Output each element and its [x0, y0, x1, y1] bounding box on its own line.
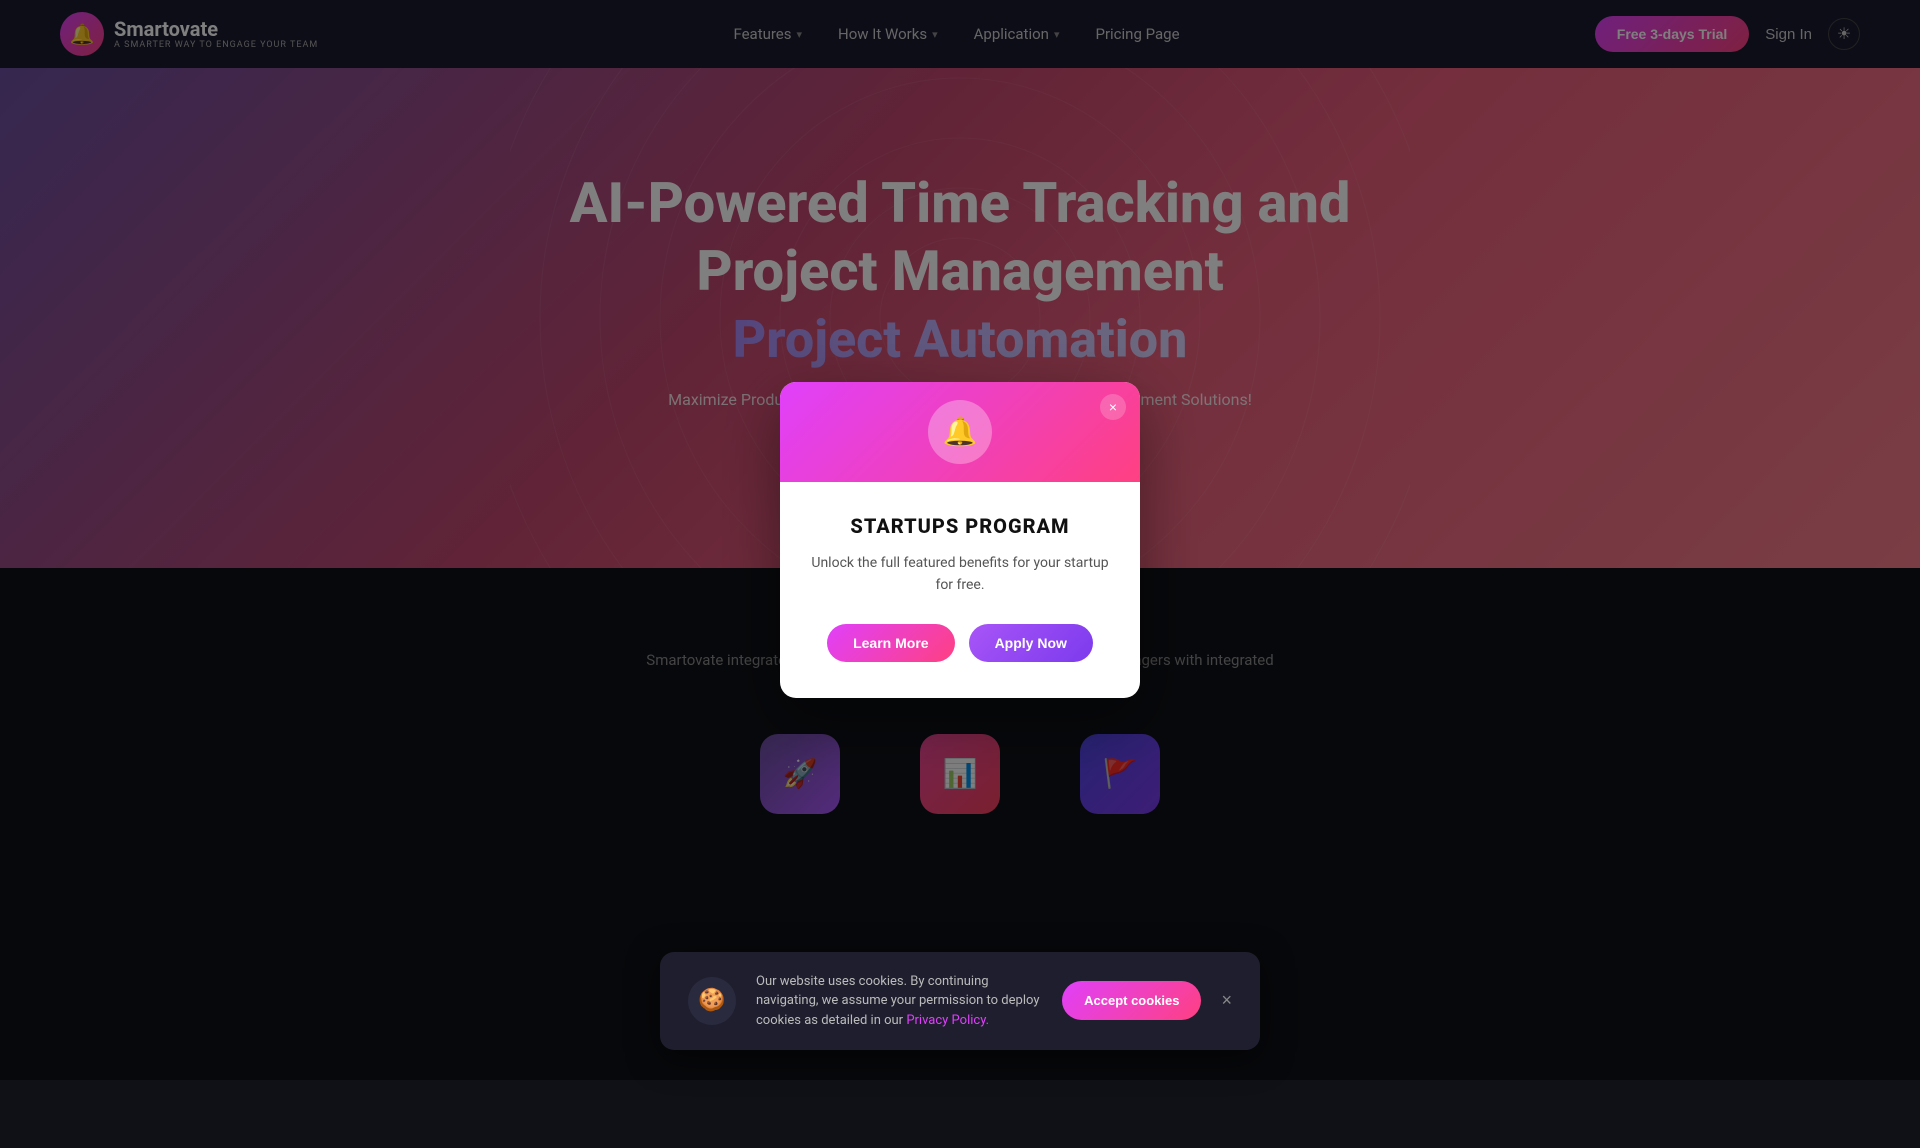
cookie-text: Our website uses cookies. By continuing …	[756, 972, 1042, 1031]
modal-bell-icon: 🔔	[928, 400, 992, 464]
modal-description: Unlock the full featured benefits for yo…	[808, 552, 1112, 597]
modal-title: STARTUPS PROGRAM	[850, 514, 1069, 538]
modal-body: STARTUPS PROGRAM Unlock the full feature…	[780, 482, 1140, 699]
modal-close-button[interactable]: ×	[1100, 394, 1126, 420]
modal-actions: Learn More Apply Now	[827, 624, 1093, 662]
cookie-banner: 🍪 Our website uses cookies. By continuin…	[660, 952, 1260, 1051]
apply-now-button[interactable]: Apply Now	[969, 624, 1093, 662]
startups-modal: 🔔 × STARTUPS PROGRAM Unlock the full fea…	[780, 382, 1140, 699]
modal-overlay[interactable]: 🔔 × STARTUPS PROGRAM Unlock the full fea…	[0, 0, 1920, 1080]
modal-header: 🔔 ×	[780, 382, 1140, 482]
learn-more-button[interactable]: Learn More	[827, 624, 954, 662]
cookie-icon: 🍪	[688, 977, 736, 1025]
accept-cookies-button[interactable]: Accept cookies	[1062, 981, 1201, 1020]
cookie-close-button[interactable]: ×	[1221, 990, 1232, 1011]
privacy-policy-link[interactable]: Privacy Policy.	[906, 1013, 989, 1028]
